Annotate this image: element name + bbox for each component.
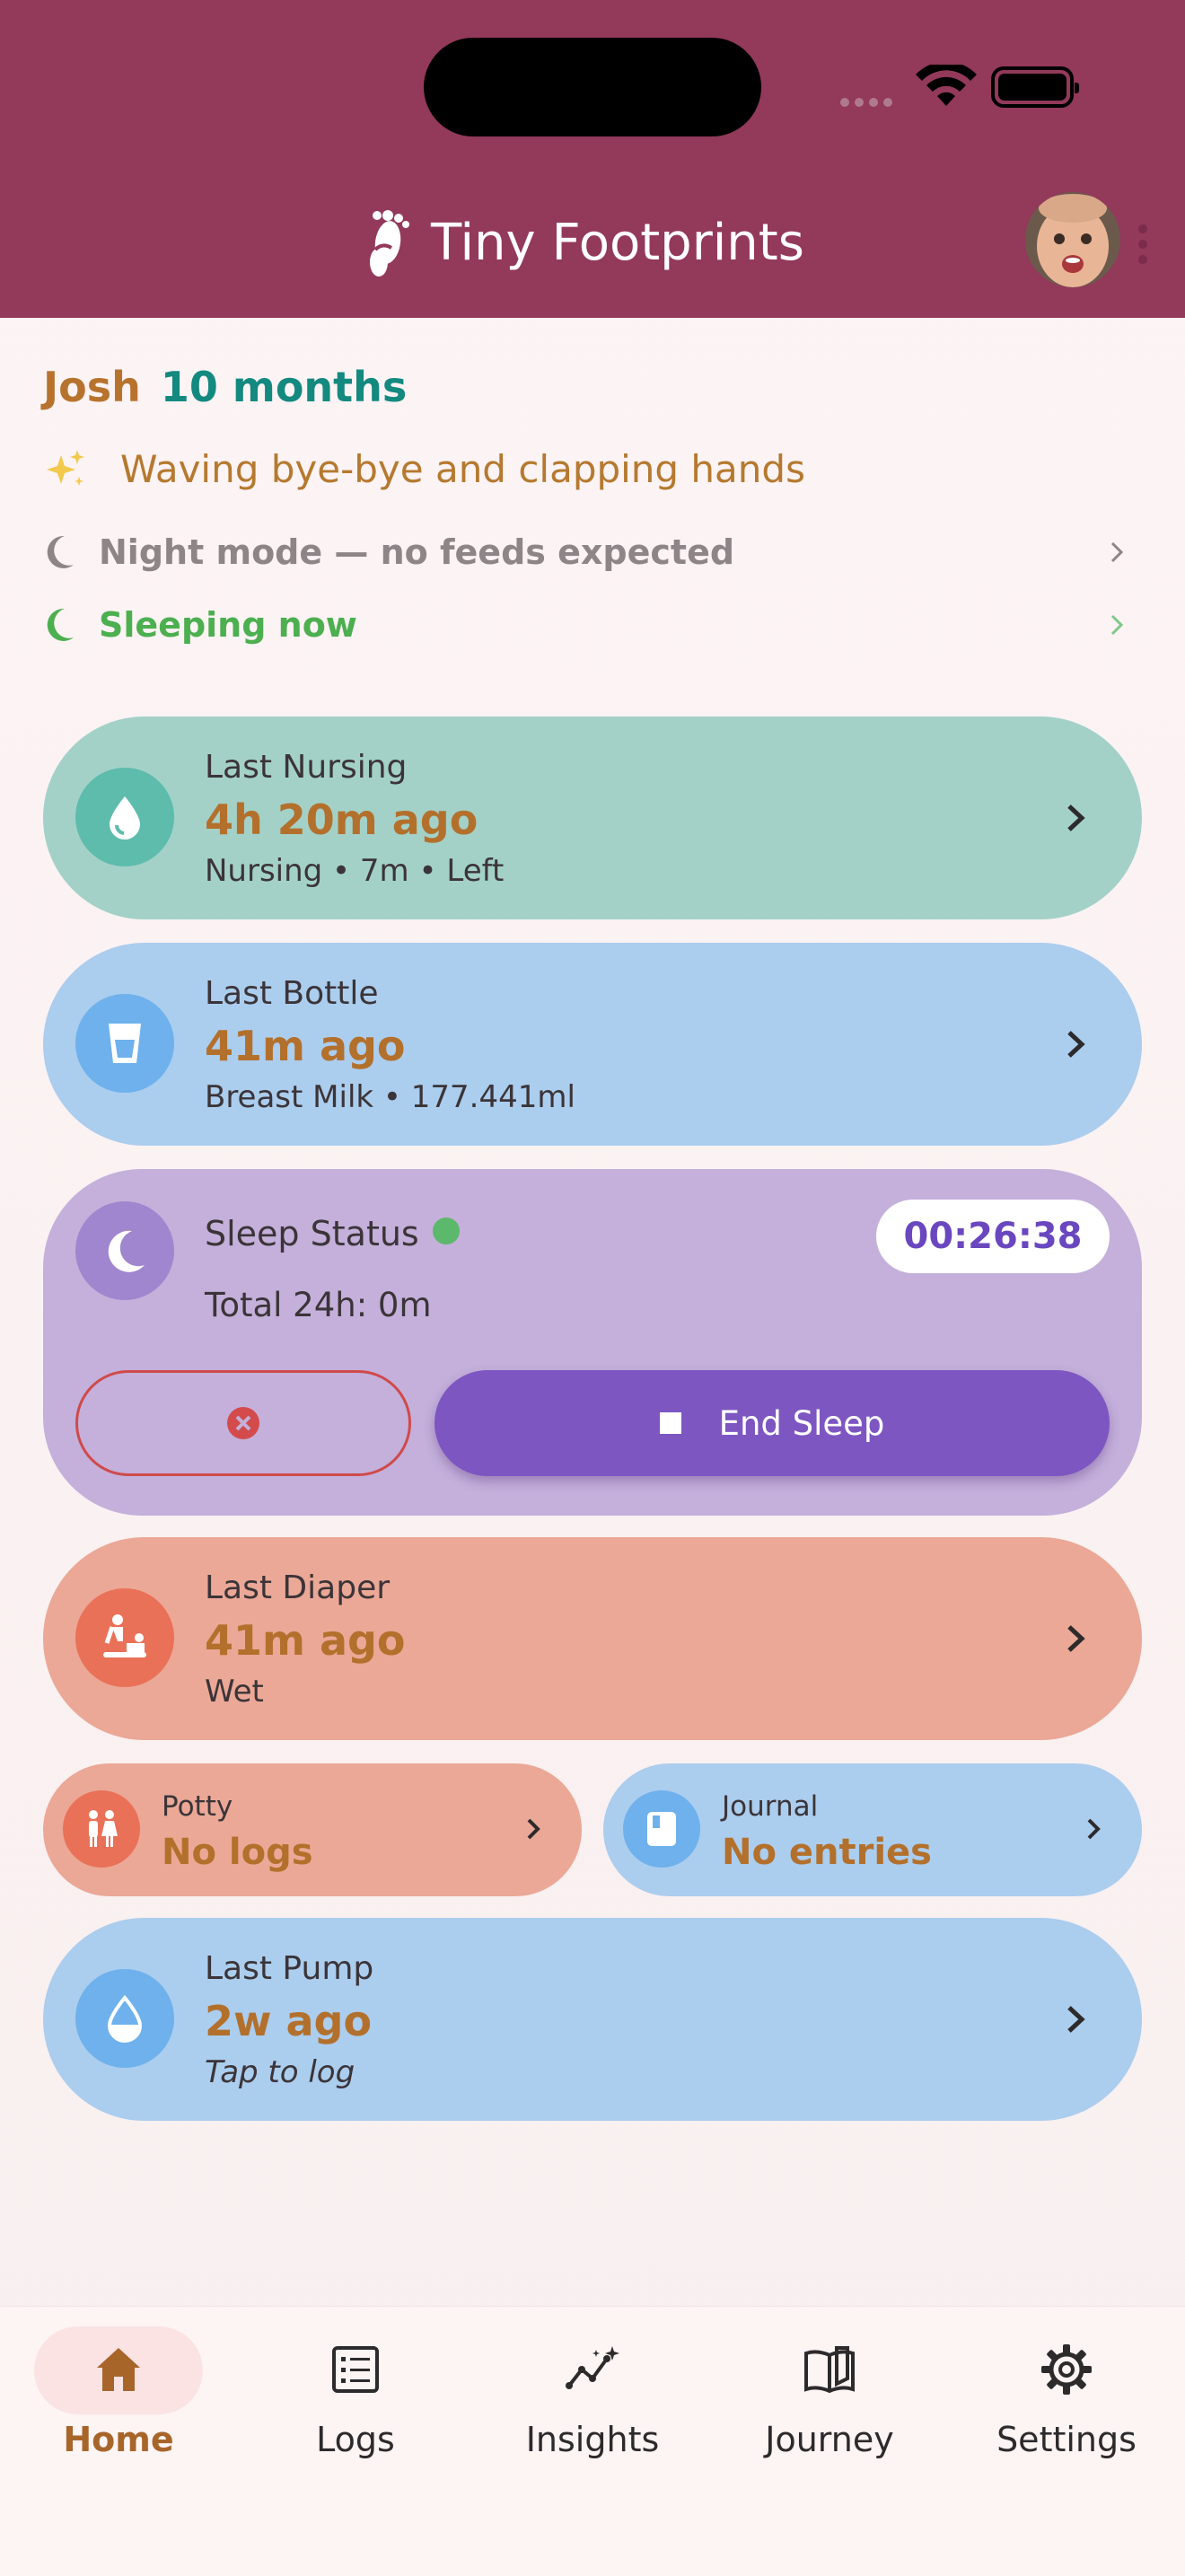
- nursing-card[interactable]: Last Nursing 4h 20m ago Nursing • 7m • L…: [43, 717, 1142, 919]
- night-mode-label: Night mode — no feeds expected: [99, 532, 735, 572]
- milestone-text: Waving bye-bye and clapping hands: [120, 447, 805, 491]
- close-circle-icon: [227, 1407, 259, 1439]
- footprints-icon: [370, 210, 409, 277]
- wifi-icon: [916, 65, 977, 106]
- chevron-right-icon: [1087, 1818, 1101, 1840]
- bottom-navigation: Home Logs Insights Journey Settings: [0, 2306, 1185, 2576]
- potty-value: No logs: [162, 1832, 313, 1873]
- card-detail: Nursing • 7m • Left: [205, 853, 505, 889]
- sleep-status-title: Sleep Status: [205, 1214, 419, 1253]
- sleeping-now-row[interactable]: Sleeping now: [43, 600, 1131, 650]
- restroom-icon: [63, 1790, 140, 1868]
- moon-icon: [47, 535, 74, 568]
- battery-icon: [991, 66, 1079, 108]
- pump-card[interactable]: Last Pump 2w ago Tap to log: [43, 1918, 1142, 2121]
- moon-icon: [75, 1201, 174, 1300]
- insights-icon: [566, 2346, 619, 2389]
- stop-icon: [659, 1412, 681, 1434]
- diaper-card[interactable]: Last Diaper 41m ago Wet: [43, 1537, 1142, 1740]
- sparkles-icon: [47, 449, 84, 486]
- cup-icon: [75, 994, 174, 1093]
- app-title-group: Tiny Footprints: [356, 207, 804, 278]
- end-sleep-button[interactable]: End Sleep: [434, 1370, 1110, 1476]
- chevron-right-icon: [1067, 1031, 1085, 1058]
- baby-changing-icon: [75, 1588, 174, 1687]
- card-value: 41m ago: [205, 1022, 406, 1070]
- potty-title: Potty: [162, 1790, 233, 1823]
- child-age: 10 months: [160, 363, 408, 411]
- signal-icon: [840, 93, 901, 107]
- gear-icon: [1041, 2344, 1092, 2395]
- chevron-right-icon: [1067, 804, 1085, 831]
- child-name: Josh: [43, 363, 141, 411]
- journal-card[interactable]: Journal No entries: [603, 1763, 1142, 1896]
- nav-label: Home: [63, 2420, 174, 2459]
- app-title: Tiny Footprints: [431, 213, 804, 272]
- drop-icon: [75, 768, 174, 866]
- chevron-right-icon: [1110, 541, 1124, 563]
- milestone-banner: Waving bye-bye and clapping hands: [43, 447, 805, 491]
- nav-label: Logs: [316, 2420, 395, 2459]
- card-value: 2w ago: [205, 1997, 373, 2045]
- potty-card[interactable]: Potty No logs: [43, 1763, 582, 1896]
- night-mode-row[interactable]: Night mode — no feeds expected: [43, 527, 1131, 577]
- card-detail: Tap to log: [205, 2054, 356, 2090]
- child-summary: Josh 10 months: [43, 363, 407, 411]
- nav-label: Insights: [525, 2420, 660, 2459]
- card-title: Last Nursing: [205, 749, 408, 786]
- nav-label: Settings: [996, 2420, 1137, 2459]
- chevron-right-icon: [527, 1818, 540, 1840]
- half-drop-icon: [75, 1969, 174, 2068]
- card-title: Last Pump: [205, 1950, 374, 1987]
- card-title: Last Diaper: [205, 1569, 391, 1606]
- end-sleep-label: End Sleep: [718, 1403, 885, 1443]
- sleep-card[interactable]: Sleep Status Total 24h: 0m 00:26:38 End …: [43, 1169, 1142, 1516]
- sleep-total: Total 24h: 0m: [205, 1286, 432, 1324]
- moon-icon: [47, 608, 74, 641]
- card-detail: Breast Milk • 177.441ml: [205, 1079, 575, 1115]
- book-icon: [804, 2346, 855, 2394]
- cancel-sleep-button[interactable]: [75, 1370, 411, 1476]
- sleep-timer: 00:26:38: [876, 1200, 1110, 1273]
- card-detail: Wet: [205, 1674, 264, 1710]
- dynamic-island: [424, 38, 761, 136]
- chevron-right-icon: [1110, 614, 1124, 636]
- card-value: 41m ago: [205, 1616, 406, 1665]
- home-icon: [97, 2348, 140, 2391]
- sleeping-now-label: Sleeping now: [99, 605, 357, 645]
- bottle-card[interactable]: Last Bottle 41m ago Breast Milk • 177.44…: [43, 943, 1142, 1146]
- list-icon: [332, 2346, 379, 2393]
- journal-icon: [623, 1790, 700, 1868]
- live-status-dot: [433, 1218, 460, 1244]
- child-avatar[interactable]: [1025, 192, 1120, 287]
- more-options-icon[interactable]: [1138, 224, 1147, 270]
- nav-home[interactable]: Home: [0, 2307, 237, 2504]
- app-header: Tiny Footprints: [0, 0, 1185, 318]
- nav-insights[interactable]: Insights: [474, 2307, 711, 2504]
- nav-label: Journey: [765, 2420, 894, 2459]
- chevron-right-icon: [1067, 1625, 1085, 1652]
- journal-value: No entries: [722, 1832, 932, 1873]
- nav-journey[interactable]: Journey: [711, 2307, 948, 2504]
- journal-title: Journal: [722, 1790, 819, 1823]
- chevron-right-icon: [1067, 2006, 1085, 2033]
- card-value: 4h 20m ago: [205, 796, 478, 844]
- card-title: Last Bottle: [205, 975, 379, 1012]
- nav-settings[interactable]: Settings: [948, 2307, 1185, 2504]
- nav-logs[interactable]: Logs: [237, 2307, 474, 2504]
